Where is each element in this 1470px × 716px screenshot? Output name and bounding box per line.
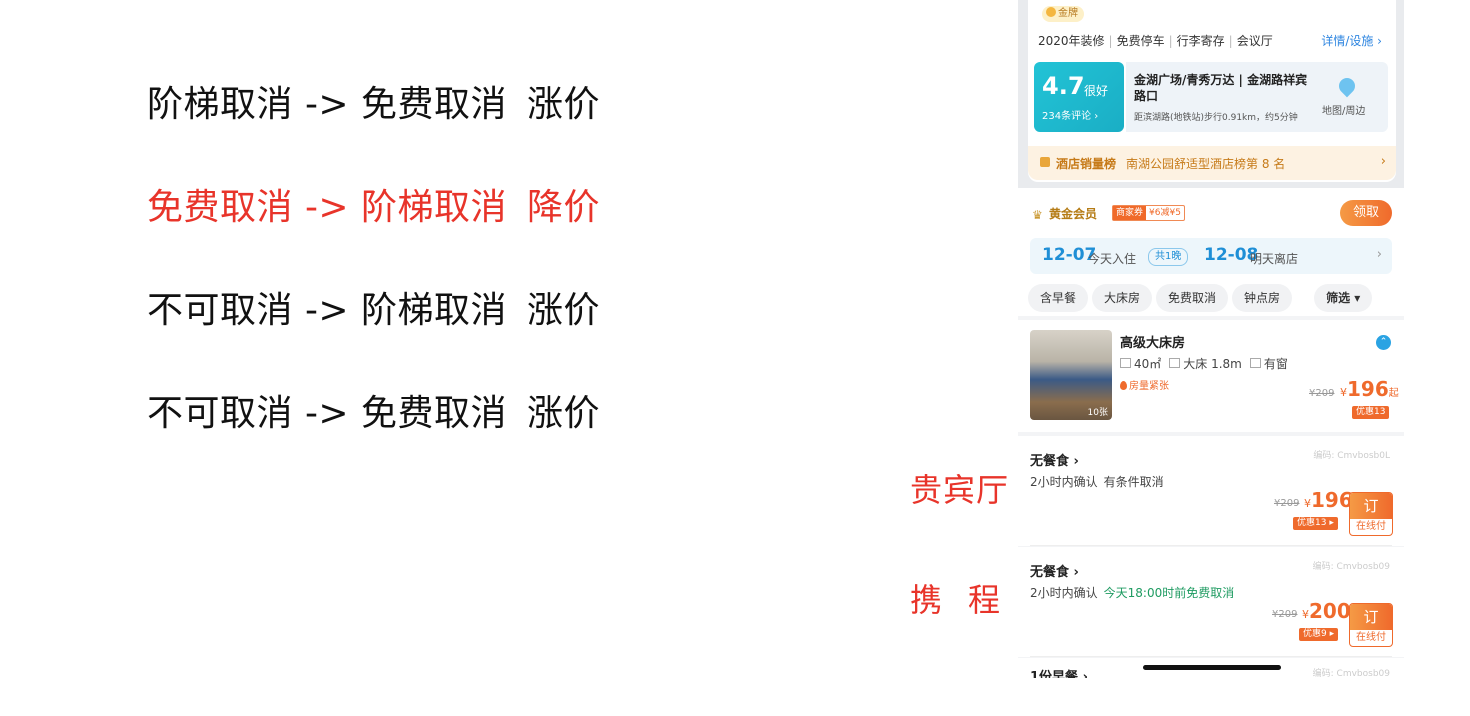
chevron-right-icon: › xyxy=(1376,247,1382,262)
rate-code: 编码: Cmvbosb09 xyxy=(1312,669,1390,678)
room-name: 高级大床房 xyxy=(1120,336,1186,351)
meal-option[interactable]: 无餐食 › xyxy=(1030,450,1079,469)
rule-change: 不可取消 -> 阶梯取消 xyxy=(147,290,508,331)
chevron-right-icon: › xyxy=(1380,154,1386,169)
distance-text: 距滨湖路(地铁站)步行0.91km，约5分钟 xyxy=(1134,113,1298,123)
bed-icon xyxy=(1169,358,1181,368)
rate-terms: 2小时内确认 有条件取消 xyxy=(1030,475,1164,489)
original-price: ¥209 xyxy=(1309,388,1335,399)
date-selector[interactable]: 12-07 今天入住 共1晚 12-08 明天离店 › xyxy=(1030,238,1392,274)
filter-chips: 含早餐 大床房 免费取消 钟点房 筛选 ▾ xyxy=(1028,284,1376,312)
rule-row: 免费取消 -> 阶梯取消 降价 xyxy=(147,183,600,286)
rule-effect: 降价 xyxy=(527,187,601,228)
cancel-policy: 今天18:00时前免费取消 xyxy=(1103,586,1235,600)
rating-text: 很好 xyxy=(1084,84,1109,98)
rate-code: 编码: Cmvbosb0L xyxy=(1313,451,1390,461)
fire-icon xyxy=(1120,381,1127,390)
rank-text: 南湖公园舒适型酒店榜第 8 名 xyxy=(1126,157,1286,171)
collapse-icon[interactable]: ⌃ xyxy=(1376,335,1391,350)
map-pin-icon[interactable] xyxy=(1335,74,1359,98)
rule-change: 不可取消 -> 免费取消 xyxy=(147,393,508,434)
ctrip-label: 携程 xyxy=(910,581,1027,619)
pricing-rules: 阶梯取消 -> 免费取消 涨价 免费取消 -> 阶梯取消 降价 不可取消 -> 阶梯… xyxy=(147,80,600,492)
filter-button[interactable]: 筛选 ▾ xyxy=(1314,284,1373,312)
claim-button[interactable]: 领取 xyxy=(1340,200,1392,226)
current-price: ¥196 xyxy=(1304,488,1353,512)
rate-plan[interactable]: 无餐食 › 编码: Cmvbosb09 2小时内确认 今天18:00时前免费取消 … xyxy=(1018,547,1404,657)
discount-badge: 优惠13 xyxy=(1352,406,1390,419)
details-facilities-link[interactable]: 详情/设施 › xyxy=(1321,32,1382,49)
rate-terms: 2小时内确认 今天18:00时前免费取消 xyxy=(1030,586,1235,600)
rating-score: 4.7 xyxy=(1042,72,1085,100)
map-surroundings-link[interactable]: 地图/周边 xyxy=(1322,102,1365,117)
rate-plan[interactable]: 无餐食 › 编码: Cmvbosb0L 2小时内确认 有条件取消 ¥209 ¥19… xyxy=(1018,436,1404,546)
member-level: 黄金会员 xyxy=(1049,207,1098,221)
window-icon xyxy=(1249,358,1261,368)
rate-code: 编码: Cmvbosb09 xyxy=(1312,562,1390,572)
photo-count: 10张 xyxy=(1087,408,1108,418)
nights-badge: 共1晚 xyxy=(1148,248,1189,266)
vip-hall-label: 贵宾厅 xyxy=(910,471,1010,509)
low-inventory-tag: 房量紧张 xyxy=(1120,377,1169,392)
meal-option[interactable]: 无餐食 › xyxy=(1030,561,1079,580)
original-price: ¥209 xyxy=(1272,609,1298,620)
cancel-policy: 有条件取消 xyxy=(1103,475,1164,489)
meal-option[interactable]: 1份早餐 › xyxy=(1030,666,1088,678)
room-photo[interactable]: 10张 xyxy=(1030,330,1112,420)
address-box[interactable]: 金湖广场/青秀万达 | 金湖路祥宾路口 距滨湖路(地铁站)步行0.91km，约5… xyxy=(1126,62,1388,132)
rank-title: 酒店销量榜 xyxy=(1056,157,1117,171)
current-price: ¥200 xyxy=(1302,599,1351,623)
rule-change: 免费取消 -> 阶梯取消 xyxy=(147,187,508,228)
divider xyxy=(1030,656,1392,657)
chip-hourly[interactable]: 钟点房 xyxy=(1232,284,1293,312)
checkin-label: 今天入住 xyxy=(1088,252,1137,266)
room-specs: 40㎡ 大床 1.8m 有窗 xyxy=(1120,355,1288,372)
medal-icon xyxy=(1046,7,1056,17)
merchant-coupon: 商家券 ¥6减¥5 xyxy=(1112,205,1185,221)
chip-free-cancel[interactable]: 免费取消 xyxy=(1156,284,1229,312)
rule-row: 不可取消 -> 阶梯取消 涨价 xyxy=(147,286,600,389)
checkout-label: 明天离店 xyxy=(1250,252,1299,266)
discount-badge: 优惠13 ▸ xyxy=(1293,517,1338,530)
rule-effect: 涨价 xyxy=(527,290,601,331)
hotel-address: 金湖广场/青秀万达 | 金湖路祥宾路口 xyxy=(1134,73,1308,103)
room-card[interactable]: 10张 高级大床房 40㎡ 大床 1.8m 有窗 房量紧张 ⌃ ¥209 ¥196起… xyxy=(1018,320,1404,432)
facility-list: 2020年装修 | 免费停车 | 行李寄存 | 会议厅 xyxy=(1038,34,1273,48)
discount-badge: 优惠9 ▸ xyxy=(1299,628,1339,641)
rule-row: 阶梯取消 -> 免费取消 涨价 xyxy=(147,80,600,183)
member-section: ♛ 黄金会员 商家券 ¥6减¥5 领取 12-07 今天入住 共1晚 12-08 … xyxy=(1018,188,1404,316)
sales-rank-banner[interactable]: 酒店销量榜 南湖公园舒适型酒店榜第 8 名 › xyxy=(1028,146,1396,180)
home-indicator[interactable] xyxy=(1143,665,1281,670)
rule-effect: 涨价 xyxy=(527,393,601,434)
area-icon xyxy=(1120,358,1131,368)
chip-king-bed[interactable]: 大床房 xyxy=(1092,284,1153,312)
review-count-link[interactable]: 234条评论 › xyxy=(1042,107,1098,122)
phone-screen: 金牌 2020年装修 | 免费停车 | 行李寄存 | 会议厅 详情/设施 › 4.7 很好 … xyxy=(1018,0,1404,678)
book-button[interactable]: 订 在线付 xyxy=(1349,603,1393,647)
crown-icon: ♛ xyxy=(1032,208,1043,222)
rule-change: 阶梯取消 -> 免费取消 xyxy=(147,84,508,125)
chip-breakfast[interactable]: 含早餐 xyxy=(1028,284,1089,312)
rating-box[interactable]: 4.7 很好 234条评论 › xyxy=(1034,62,1124,132)
gold-badge: 金牌 xyxy=(1042,6,1084,22)
rank-icon xyxy=(1040,157,1050,167)
rule-row: 不可取消 -> 免费取消 涨价 xyxy=(147,389,600,492)
rule-effect: 涨价 xyxy=(527,84,601,125)
original-price: ¥209 xyxy=(1274,498,1300,509)
hotel-info-card: 金牌 2020年装修 | 免费停车 | 行李寄存 | 会议厅 详情/设施 › 4.7 很好 … xyxy=(1018,0,1404,188)
divider xyxy=(1030,545,1392,546)
book-button[interactable]: 订 在线付 xyxy=(1349,492,1393,536)
current-price: ¥196起 xyxy=(1340,377,1399,401)
